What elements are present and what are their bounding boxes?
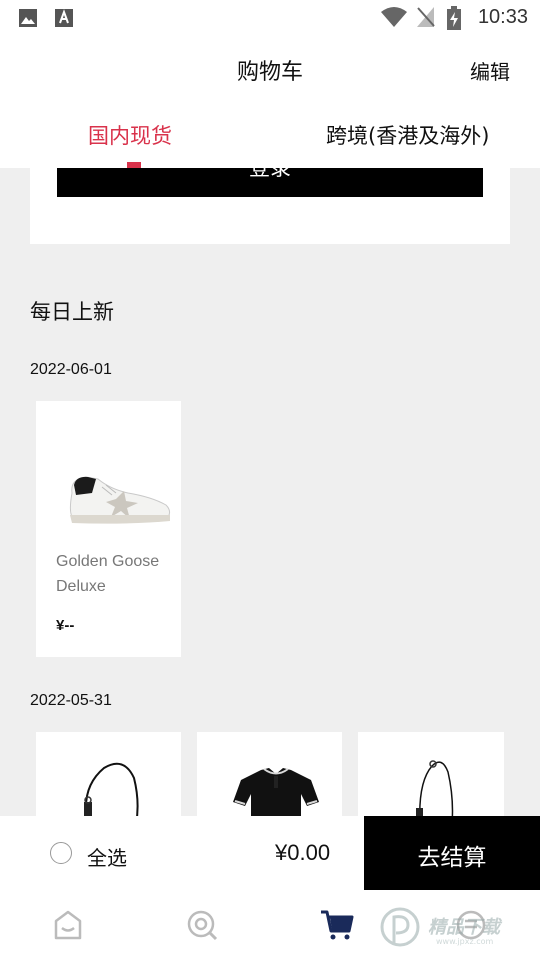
cart-icon[interactable] [320, 909, 354, 941]
battery-charging-icon [447, 6, 461, 30]
watermark-url: www.jpxz.com [436, 937, 494, 946]
login-card: 登录 [30, 168, 510, 244]
tab-bar: 国内现货 跨境(香港及海外) [0, 102, 540, 168]
checkout-button-label: 去结算 [417, 845, 487, 871]
date-label: 2022-06-01 [30, 361, 112, 378]
text-icon [55, 9, 73, 27]
discover-icon[interactable] [186, 909, 218, 941]
product-price: ¥-- [56, 617, 75, 634]
image-icon [19, 9, 37, 27]
watermark-text: 精品下载 [428, 917, 500, 938]
checkout-bar: 全选 ¥0.00 去结算 [0, 816, 540, 892]
tab-domestic[interactable]: 国内现货 [88, 120, 172, 150]
clock: 10:33 [477, 6, 528, 28]
select-all-label[interactable]: 全选 [87, 842, 127, 871]
edit-button[interactable]: 编辑 [470, 56, 510, 85]
wifi-icon [381, 7, 407, 27]
watermark: 精品下载 www.jpxz.com [378, 903, 538, 955]
date-label: 2022-05-31 [30, 692, 112, 709]
tab-cross-border[interactable]: 跨境(香港及海外) [326, 120, 489, 150]
product-card[interactable]: Golden Goose Deluxe ¥-- [36, 401, 181, 657]
product-name: Golden Goose Deluxe [56, 553, 160, 595]
sneaker-image [69, 476, 171, 524]
status-bar: 10:33 [0, 0, 540, 36]
total-amount: ¥0.00 [275, 840, 331, 865]
login-button[interactable]: 登录 [57, 168, 483, 197]
daily-new-title: 每日上新 [30, 300, 114, 324]
login-button-label: 登录 [249, 168, 291, 180]
header: 购物车 编辑 [0, 36, 540, 102]
no-signal-icon [417, 7, 435, 27]
watermark-logo-icon [380, 907, 420, 947]
home-icon[interactable] [53, 909, 83, 941]
page-title: 购物车 [236, 60, 303, 85]
checkout-button[interactable]: 去结算 [364, 816, 540, 890]
select-all-radio[interactable] [50, 842, 72, 864]
